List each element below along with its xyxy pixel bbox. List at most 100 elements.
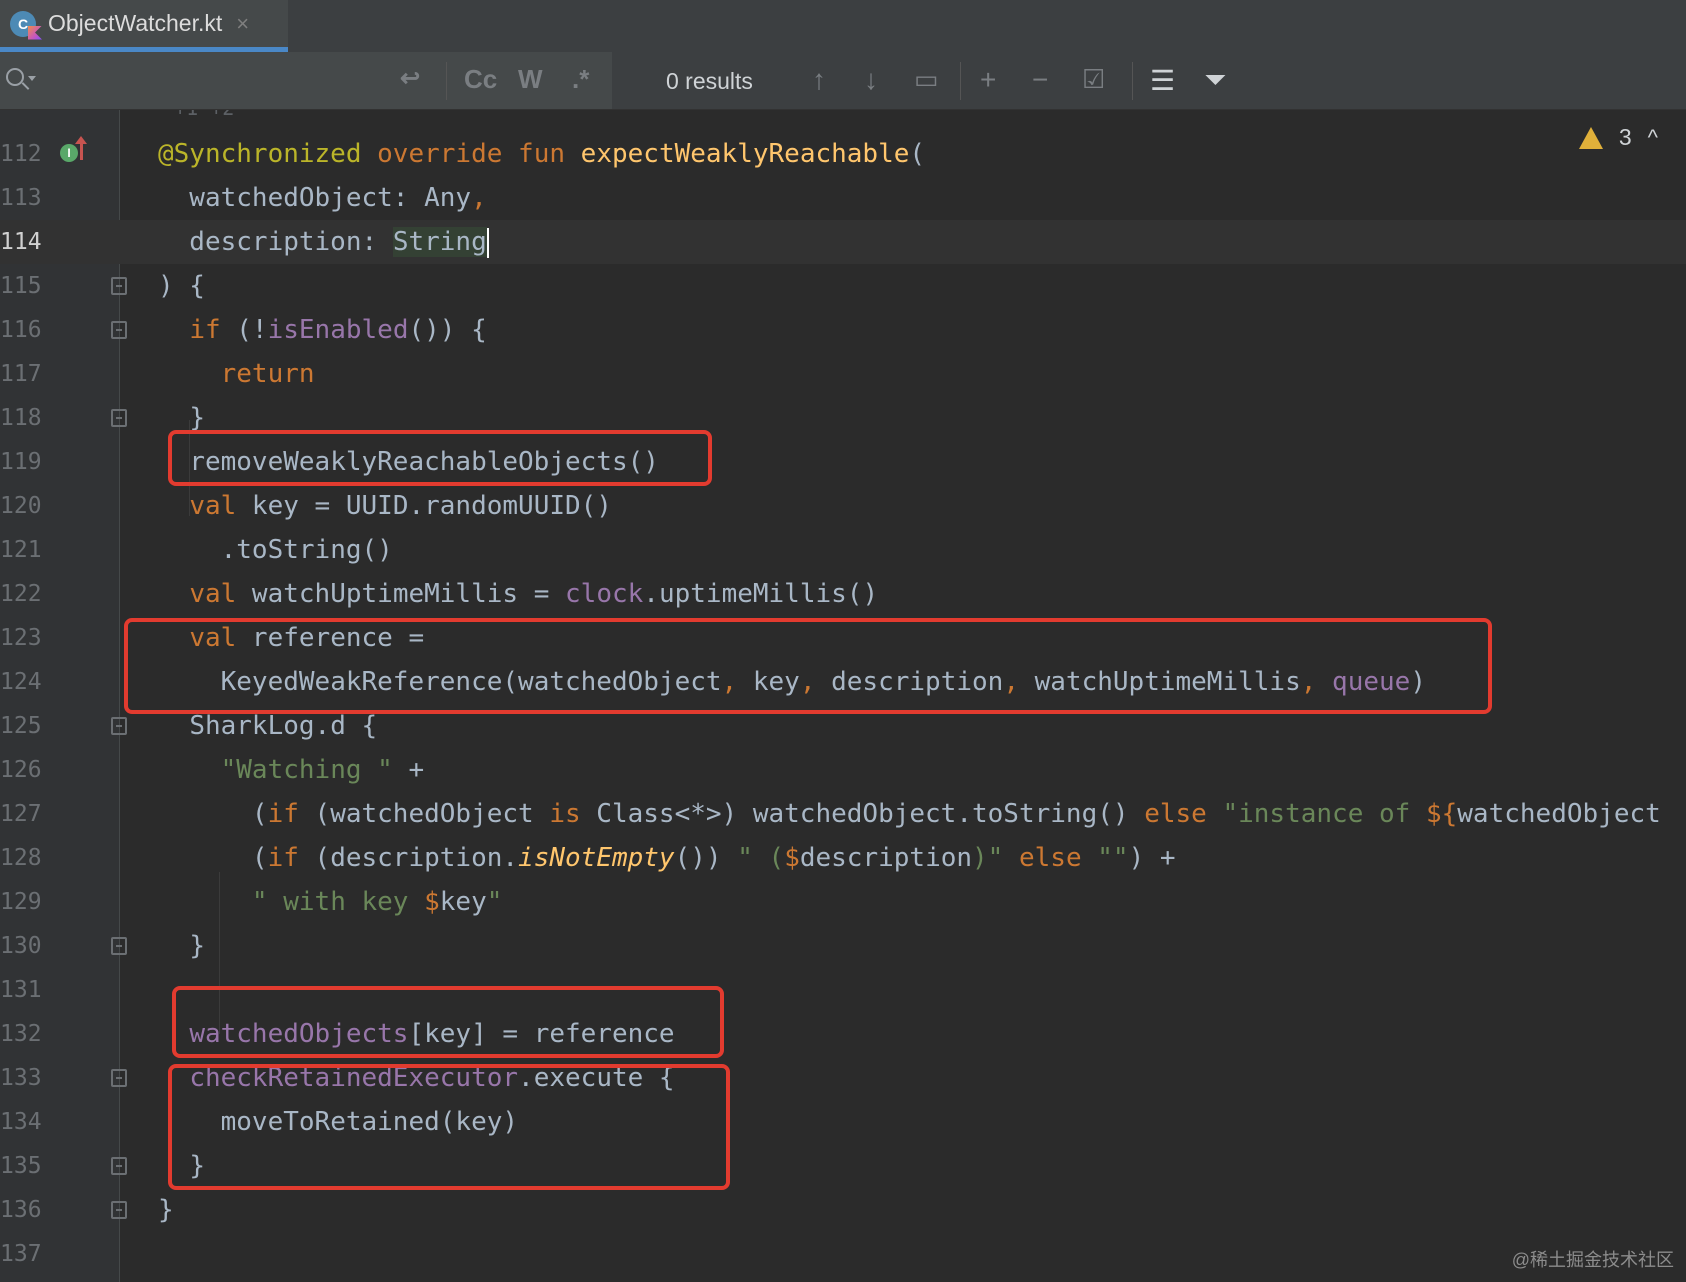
highlight-box-watched-objects	[172, 986, 724, 1058]
code-line: 129 " with key $key"	[0, 880, 1686, 924]
fold-toggle-icon[interactable]	[111, 1157, 127, 1175]
code-line: 126 "Watching " +	[0, 748, 1686, 792]
search-input[interactable]: ↩ Cc W .*	[0, 52, 612, 109]
toggle-occurrence-icon[interactable]: ☑	[1082, 64, 1105, 95]
line-number: 121	[0, 537, 42, 563]
search-history-dropdown-icon[interactable]	[28, 76, 36, 81]
code-line-current: 114 description: String	[0, 220, 1686, 264]
line-number: 134	[0, 1109, 42, 1135]
line-number: 124	[0, 669, 42, 695]
multiline-icon[interactable]: ☰	[1150, 64, 1175, 97]
toolbar-separator	[960, 62, 961, 100]
line-number: 118	[0, 405, 42, 431]
code-line: 136 }	[0, 1188, 1686, 1232]
highlight-box-remove-call	[168, 430, 712, 486]
line-number: 131	[0, 977, 42, 1003]
code-text: (if (watchedObject is Class<*>) watchedO…	[251, 799, 1661, 829]
code-line: 122 val watchUptimeMillis = clock.uptime…	[0, 572, 1686, 616]
line-number: 129	[0, 889, 42, 915]
highlight-box-reference	[124, 618, 1492, 714]
code-line: 137	[0, 1232, 1686, 1276]
code-text: description: String	[158, 227, 489, 258]
line-number: 113	[0, 185, 42, 211]
code-line: 112 I @Synchronized override fun expectW…	[0, 132, 1686, 176]
code-line: 121 .toString()	[0, 528, 1686, 572]
line-number: 135	[0, 1153, 42, 1179]
code-line: 113 watchedObject: Any,	[0, 176, 1686, 220]
code-editor[interactable]: ^ +1 +2 3 ^ 112 I @Synchronized override…	[0, 110, 1686, 1282]
watermark: @稀土掘金技术社区	[1511, 1250, 1674, 1270]
line-number: 114	[0, 229, 42, 255]
code-text: " with key $key"	[251, 887, 503, 917]
line-number: 136	[0, 1197, 42, 1223]
code-line: 116 if (!isEnabled()) {	[0, 308, 1686, 352]
filter-icon[interactable]: ⏷	[1204, 64, 1226, 97]
code-text: }	[189, 931, 205, 961]
regex-toggle[interactable]: .*	[572, 64, 589, 95]
text-cursor	[486, 227, 489, 258]
previous-occurrence-icon[interactable]: ↑	[812, 64, 826, 96]
highlight-box-executor	[168, 1064, 730, 1190]
select-all-occurrences-icon[interactable]: ▭	[914, 64, 939, 95]
code-line: 128 (if (description.isNotEmpty()) " ($d…	[0, 836, 1686, 880]
toolbar-separator	[1132, 62, 1133, 100]
line-number: 117	[0, 361, 42, 387]
fold-toggle-icon[interactable]	[111, 321, 127, 339]
code-text: val key = UUID.randomUUID()	[189, 491, 612, 521]
line-number: 119	[0, 449, 42, 475]
line-number: 132	[0, 1021, 42, 1047]
code-text: ) {	[158, 271, 205, 301]
line-number: 126	[0, 757, 42, 783]
line-number: 137	[0, 1241, 42, 1267]
search-results-count: 0 results	[666, 68, 753, 94]
code-line: 115 ) {	[0, 264, 1686, 308]
overrides-arrow-icon[interactable]	[75, 136, 87, 160]
code-text: val watchUptimeMillis = clock.uptimeMill…	[189, 579, 879, 609]
close-icon[interactable]: ×	[236, 11, 249, 37]
toolbar-separator	[446, 62, 447, 100]
code-text: if (!isEnabled()) {	[189, 315, 487, 345]
folded-region-marker[interactable]: ^ +1 +2	[150, 110, 234, 120]
new-line-icon[interactable]: ↩	[400, 64, 420, 93]
fold-toggle-icon[interactable]	[111, 1201, 127, 1219]
fold-toggle-icon[interactable]	[111, 717, 127, 735]
line-number: 115	[0, 273, 42, 299]
fold-toggle-icon[interactable]	[111, 937, 127, 955]
code-text: return	[220, 359, 315, 389]
add-occurrence-icon[interactable]: +	[980, 64, 996, 96]
editor-tab-bar: C ObjectWatcher.kt ×	[0, 0, 1686, 52]
fold-toggle-icon[interactable]	[111, 277, 127, 295]
find-toolbar: ↩ Cc W .* 0 results ↑ ↓ ▭ + − ☑ ☰ ⏷	[0, 52, 1686, 110]
implements-icon[interactable]: I	[60, 144, 78, 162]
words-toggle[interactable]: W	[518, 64, 543, 95]
code-line: 127 (if (watchedObject is Class<*>) watc…	[0, 792, 1686, 836]
code-text: watchedObject: Any,	[158, 183, 487, 213]
fold-toggle-icon[interactable]	[111, 409, 127, 427]
line-number: 122	[0, 581, 42, 607]
code-line: 117 return	[0, 352, 1686, 396]
fold-toggle-icon[interactable]	[111, 1069, 127, 1087]
code-text: }	[158, 1195, 174, 1225]
code-text: .toString()	[220, 535, 393, 565]
search-icon[interactable]	[6, 68, 24, 86]
line-number: 125	[0, 713, 42, 739]
code-line: 130 }	[0, 924, 1686, 968]
line-number: 123	[0, 625, 42, 651]
tab-title: ObjectWatcher.kt	[48, 10, 223, 36]
code-line: 120 val key = UUID.randomUUID()	[0, 484, 1686, 528]
line-number: 130	[0, 933, 42, 959]
code-text: @Synchronized override fun expectWeaklyR…	[158, 139, 926, 169]
line-number: 112	[0, 141, 42, 167]
tab-objectwatcher-kt[interactable]: C ObjectWatcher.kt ×	[0, 0, 288, 52]
line-number: 133	[0, 1065, 42, 1091]
line-number: 127	[0, 801, 42, 827]
next-occurrence-icon[interactable]: ↓	[864, 64, 878, 96]
kotlin-class-icon: C	[10, 10, 42, 40]
remove-occurrence-icon[interactable]: −	[1032, 64, 1048, 96]
line-number: 120	[0, 493, 42, 519]
code-text: (if (description.isNotEmpty()) " ($descr…	[251, 843, 1176, 873]
code-text: "Watching " +	[220, 755, 425, 785]
match-case-toggle[interactable]: Cc	[464, 64, 497, 95]
line-number: 116	[0, 317, 42, 343]
line-number: 128	[0, 845, 42, 871]
